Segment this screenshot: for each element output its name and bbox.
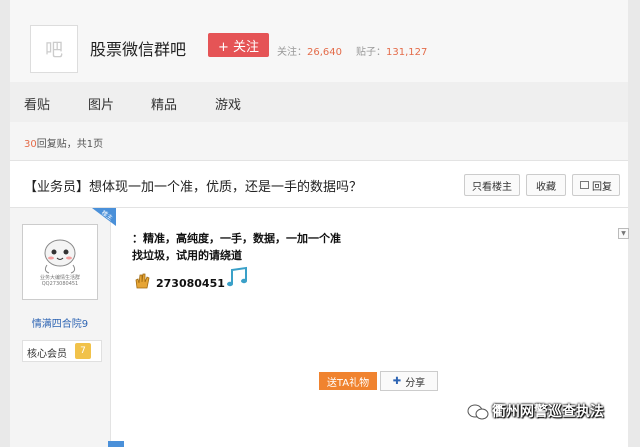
thread-title-bar: 【业务员】想体现一加一个准，优质，还是一手的数据吗？ 只看楼主 收藏 回复 <box>10 161 628 208</box>
next-post-corner-tag <box>108 441 124 447</box>
qq-number: 273080451 <box>156 277 225 290</box>
wechat-icon <box>467 404 489 420</box>
forum-stats: 关注：26,640 贴子：131,127 <box>277 43 427 58</box>
member-badge: 核心会员 7 <box>22 340 102 362</box>
forum-header: 吧 股票微信群吧 + 关注 关注：26,640 贴子：131,127 <box>10 0 628 82</box>
op-corner-tag: 楼主 <box>92 208 116 226</box>
reply-label: 回复 <box>592 181 612 193</box>
forum-nav: 看贴 图片 精品 游戏 <box>10 82 628 122</box>
forum-logo[interactable]: 吧 <box>30 25 78 73</box>
badge-label: 核心会员 <box>27 349 67 360</box>
share-label: 分享 <box>405 377 426 389</box>
follow-count: 26,640 <box>307 47 342 58</box>
username[interactable]: 情满四合院9 <box>10 315 110 330</box>
forum-name[interactable]: 股票微信群吧 <box>90 36 186 60</box>
post-author-panel: 业务大编情生活群 QQ273080451 情满四合院9 核心会员 7 <box>10 208 111 447</box>
forum-page: 吧 股票微信群吧 + 关注 关注：26,640 贴子：131,127 看贴 图片 … <box>10 0 629 447</box>
reply-button[interactable]: 回复 <box>572 174 620 196</box>
badge-level: 7 <box>75 343 91 359</box>
posts-count: 131,127 <box>386 47 428 58</box>
plus-icon: ✚ <box>392 375 402 387</box>
reply-info-bar: 30回复贴，共1页 <box>10 122 628 161</box>
post-content-line2: 找垃圾，试用的请绕道 <box>132 249 242 262</box>
chevron-down-icon: ▼ <box>621 230 626 237</box>
avatar-caption-line2: QQ273080451 <box>41 281 79 287</box>
tab-featured[interactable]: 精品 <box>151 94 177 113</box>
post-options-dropdown[interactable]: ▼ <box>618 228 629 239</box>
tab-games[interactable]: 游戏 <box>215 94 241 113</box>
music-note-icon <box>227 266 247 287</box>
send-gift-button[interactable]: 送TA礼物 <box>319 372 377 390</box>
share-button[interactable]: ✚ 分享 <box>380 371 438 391</box>
tab-images[interactable]: 图片 <box>88 94 114 113</box>
avatar-caption: 业务大编情生活群 QQ273080451 <box>23 275 97 287</box>
reply-suffix: 回复贴，共1页 <box>36 139 104 150</box>
watermark: 衢州网警巡查执法 <box>467 401 604 421</box>
post-content: ：精准，高纯度，一手，数据，一加一个准 找垃圾，试用的请绕道 <box>132 230 341 264</box>
reply-count-text: 30回复贴，共1页 <box>24 135 103 150</box>
watermark-text: 衢州网警巡查执法 <box>492 404 604 420</box>
reply-icon <box>580 181 589 189</box>
thread-title: 【业务员】想体现一加一个准，优质，还是一手的数据吗？ <box>24 180 363 195</box>
tab-posts[interactable]: 看贴 <box>24 94 50 113</box>
favorite-button[interactable]: 收藏 <box>526 174 566 196</box>
follow-button[interactable]: + 关注 <box>208 33 269 57</box>
reply-count: 30 <box>24 139 37 150</box>
hand-emoji-icon <box>135 273 150 289</box>
avatar[interactable]: 业务大编情生活群 QQ273080451 <box>22 224 98 300</box>
posts-count-label: 贴子： <box>356 47 386 58</box>
only-op-button[interactable]: 只看楼主 <box>464 174 520 196</box>
follow-count-label: 关注： <box>277 47 307 58</box>
post-content-line1: ：精准，高纯度，一手，数据，一加一个准 <box>132 232 341 245</box>
avatar-image <box>23 225 97 299</box>
